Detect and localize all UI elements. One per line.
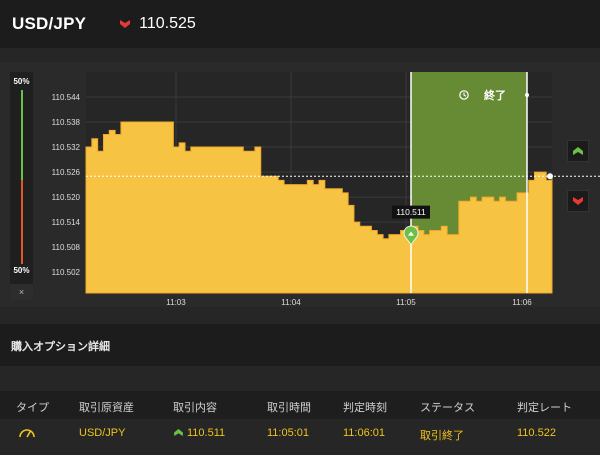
gauge-icon: [19, 429, 35, 438]
expiry-handle: [525, 93, 529, 97]
gauge-close-button[interactable]: ×: [10, 284, 33, 300]
row-asset: USD/JPY: [79, 427, 126, 439]
y-tick-label: 110.544: [52, 93, 81, 102]
column-header-trade: 取引内容: [173, 402, 217, 414]
x-tick-label: 11:04: [281, 298, 301, 307]
chart-canvas[interactable]: 110.544 110.538 110.532 110.526 110.520 110.5…: [0, 62, 600, 307]
up-arrow-icon: [573, 147, 583, 155]
sentiment-gauge: 50% 50% ×: [10, 72, 33, 300]
buy-down-button[interactable]: [567, 190, 589, 212]
details-section-header: 購入オプション詳細: [0, 324, 600, 366]
y-tick-label: 110.508: [52, 243, 81, 252]
column-header-type: タイプ: [16, 402, 49, 414]
current-rate-dot: [547, 173, 553, 180]
current-rate: 110.525: [139, 15, 196, 32]
y-tick-label: 110.502: [52, 268, 81, 277]
gauge-up-bar: [21, 90, 23, 180]
down-arrow-icon: [120, 20, 131, 28]
column-header-trade-time: 取引時間: [267, 402, 311, 414]
y-tick-label: 110.532: [52, 143, 81, 152]
expiry-button-label[interactable]: 終了: [484, 88, 506, 102]
column-header-judge-rate: 判定レート: [517, 402, 572, 414]
row-trade-time: 11:05:01: [267, 427, 310, 439]
gauge-bottom-label: 50%: [13, 266, 30, 275]
entry-rate-tooltip: 110.511: [396, 207, 426, 217]
row-status: 取引終了: [420, 430, 464, 442]
x-tick-label: 11:05: [396, 298, 416, 307]
row-judge-time: 11:06:01: [343, 427, 386, 439]
table-row[interactable]: USD/JPY 110.511 11:05:01 11:06:01 取引終了 1…: [0, 419, 600, 447]
gauge-top-label: 50%: [13, 77, 30, 86]
row-trade: 110.511: [187, 427, 226, 439]
details-title: 購入オプション詳細: [11, 341, 110, 353]
y-tick-label: 110.526: [52, 168, 81, 177]
details-table-header: タイプ 取引原資産 取引内容 取引時間 判定時刻 ステータス 判定レート: [0, 391, 600, 419]
pair-title: USD/JPY: [12, 14, 87, 33]
x-tick-label: 11:06: [512, 298, 532, 307]
column-header-judge-time: 判定時刻: [343, 402, 387, 414]
y-tick-label: 110.514: [52, 218, 81, 227]
column-header-status: ステータス: [420, 402, 475, 414]
column-header-asset: 取引原資産: [79, 402, 134, 414]
header-bar: USD/JPY 110.525: [0, 0, 600, 48]
up-arrow-icon: [174, 429, 183, 436]
price-chart: 110.544 110.538 110.532 110.526 110.520 110.5…: [0, 62, 600, 307]
y-tick-label: 110.520: [52, 193, 81, 202]
y-tick-label: 110.538: [52, 118, 81, 127]
row-judge-rate: 110.522: [517, 427, 556, 439]
buy-up-button[interactable]: [567, 140, 589, 162]
gauge-down-bar: [21, 180, 23, 264]
down-arrow-icon: [573, 197, 583, 205]
x-tick-label: 11:03: [166, 298, 186, 307]
